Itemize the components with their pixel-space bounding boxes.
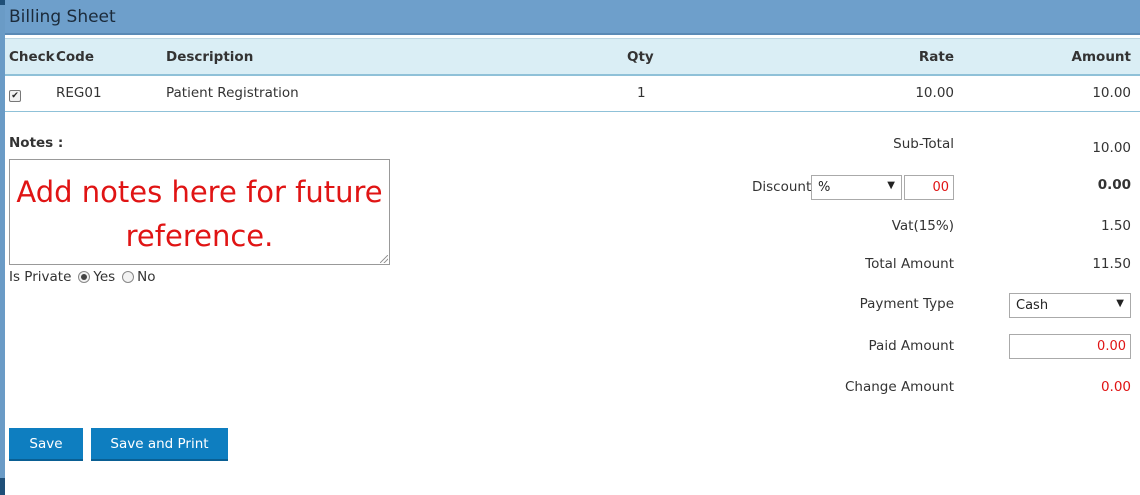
paid-amount-value: 0.00 [1097,339,1126,354]
edge-mark-bottom [0,478,5,495]
panel-title: Billing Sheet [9,7,116,27]
discount-input[interactable]: 00 [904,175,954,200]
notes-label: Notes : [9,135,64,151]
private-yes-radio[interactable] [78,271,91,283]
save-button[interactable]: Save [9,428,83,461]
discount-value: 0.00 [1097,177,1131,193]
row-code: REG01 [56,85,102,101]
total-label: Total Amount [865,256,954,272]
private-yes-label: Yes [93,269,116,285]
col-qty-header: Qty [627,49,654,65]
private-toggle: Is Private Yes No [9,269,156,285]
chevron-down-icon: ▼ [887,180,895,191]
save-and-print-button[interactable]: Save and Print [91,428,228,461]
total-value: 11.50 [1092,256,1131,272]
payment-type-value: Cash [1016,298,1049,313]
paid-amount-input[interactable]: 0.00 [1009,334,1131,359]
private-no-label: No [137,269,156,285]
discount-input-value: 00 [932,180,949,195]
row-rate: 10.00 [915,85,954,101]
private-label: Is Private [9,269,72,285]
row-qty: 1 [637,85,646,101]
subtotal-value: 10.00 [1092,140,1131,156]
payment-type-select[interactable]: Cash ▼ [1009,293,1131,318]
edge-mark-top [0,0,5,5]
col-amount-header: Amount [1071,49,1131,65]
payment-type-label: Payment Type [859,296,954,312]
table-row: ✔ REG01 Patient Registration 1 10.00 10.… [5,76,1140,112]
paid-amount-label: Paid Amount [868,338,954,354]
col-code-header: Code [56,49,95,65]
row-amount: 10.00 [1092,85,1131,101]
subtotal-label: Sub-Total [893,136,954,152]
discount-type-value: % [818,180,831,195]
billing-sheet-panel: Billing Sheet Check Code Description Qty… [0,0,1140,495]
resize-grip-icon[interactable] [380,255,388,263]
table-header: Check Code Description Qty Rate Amount [5,38,1140,76]
panel-header: Billing Sheet [5,0,1140,35]
change-amount-value: 0.00 [1100,379,1131,395]
vat-label: Vat(15%) [891,218,954,234]
vat-value: 1.50 [1100,218,1131,234]
discount-label: Discount [752,179,812,195]
row-checkbox[interactable]: ✔ [9,90,21,102]
private-no-radio[interactable] [122,271,135,283]
col-description-header: Description [166,49,254,65]
change-amount-label: Change Amount [844,379,954,395]
notes-textarea[interactable]: Add notes here for future reference. [9,159,390,265]
col-check-header: Check [9,49,55,65]
discount-type-select[interactable]: % ▼ [811,175,902,200]
col-rate-header: Rate [918,49,954,65]
row-description: Patient Registration [166,85,299,101]
chevron-down-icon: ▼ [1116,298,1124,309]
notes-text: Add notes here for future reference. [16,175,383,253]
